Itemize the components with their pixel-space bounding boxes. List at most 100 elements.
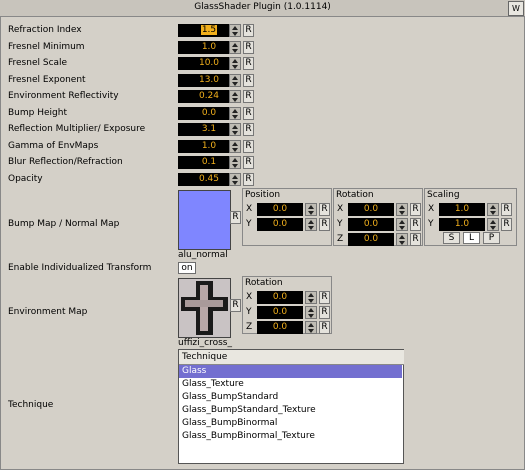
env-rotation-y-spinner[interactable] (305, 306, 317, 319)
param-value-text: 1.0 (201, 42, 217, 52)
param-label: Opacity (8, 174, 43, 184)
rotation-y-reset[interactable]: R (410, 218, 421, 231)
param-reset-button[interactable]: R (243, 123, 254, 136)
transform-label: Enable Individualized Transform (8, 263, 152, 273)
env-rotation-z-reset[interactable]: R (319, 321, 330, 334)
technique-item[interactable]: Glass_Texture (179, 378, 402, 391)
param-reset-button[interactable]: R (243, 90, 254, 103)
position-y-field[interactable]: 0.0 (257, 218, 303, 231)
env-rotation-x-reset[interactable]: R (319, 291, 330, 304)
scaling-x-spinner[interactable] (487, 203, 499, 216)
param-label: Fresnel Exponent (8, 75, 86, 85)
rotation-x-field[interactable]: 0.0 (348, 203, 394, 216)
env-rotation-title: Rotation (245, 278, 283, 288)
scaling-x-reset[interactable]: R (501, 203, 512, 216)
param-reset-button[interactable]: R (243, 107, 254, 120)
wizard-icon[interactable]: W (508, 1, 524, 16)
param-label: Reflection Multiplier/ Exposure (8, 124, 146, 134)
rotation-z-reset[interactable]: R (410, 233, 421, 246)
bump-scaling-group: Scaling X 1.0 R Y 1.0 R S L P (424, 188, 517, 246)
technique-item[interactable]: Glass_BumpStandard (179, 391, 402, 404)
param-reset-button[interactable]: R (243, 57, 254, 70)
environment-map-reset-button[interactable]: R (230, 299, 241, 312)
param-value-text: 0.0 (201, 108, 217, 118)
param-label: Fresnel Minimum (8, 42, 85, 52)
scaling-title: Scaling (427, 190, 460, 200)
scaling-y-field[interactable]: 1.0 (439, 218, 485, 231)
position-x-field[interactable]: 0.0 (257, 203, 303, 216)
param-spinner[interactable] (229, 24, 241, 37)
env-rotation-x-field[interactable]: 0.0 (257, 291, 303, 304)
position-x-label: X (246, 204, 253, 214)
param-label: Gamma of EnvMaps (8, 141, 99, 151)
scaling-p-button[interactable]: P (483, 232, 500, 244)
technique-list-header: Technique (179, 350, 404, 365)
scaling-x-label: X (428, 204, 435, 214)
param-reset-button[interactable]: R (243, 173, 254, 186)
scaling-s-button[interactable]: S (443, 232, 460, 244)
param-spinner[interactable] (229, 90, 241, 103)
param-reset-button[interactable]: R (243, 24, 254, 37)
param-spinner[interactable] (229, 140, 241, 153)
param-label: Blur Reflection/Refraction (8, 157, 123, 167)
transform-toggle[interactable]: on (178, 262, 196, 274)
technique-label: Technique (8, 400, 54, 410)
param-spinner[interactable] (229, 57, 241, 70)
technique-item[interactable]: Glass_BumpBinormal_Texture (179, 430, 402, 443)
env-rotation-y-label: Y (246, 307, 252, 317)
technique-item[interactable]: Glass_BumpBinormal (179, 417, 402, 430)
param-reset-button[interactable]: R (243, 140, 254, 153)
bump-map-name: alu_normal (178, 250, 228, 260)
rotation-x-reset[interactable]: R (410, 203, 421, 216)
param-reset-button[interactable]: R (243, 41, 254, 54)
rotation-x-spinner[interactable] (396, 203, 408, 216)
rotation-x-label: X (337, 204, 344, 214)
technique-item[interactable]: Glass (179, 365, 402, 378)
rotation-z-label: Z (337, 234, 344, 244)
param-spinner[interactable] (229, 74, 241, 87)
technique-list[interactable]: Technique Glass Glass_Texture Glass_BumpSt… (178, 349, 404, 464)
param-reset-button[interactable]: R (243, 156, 254, 169)
scaling-y-spinner[interactable] (487, 218, 499, 231)
param-value-text: 3.1 (201, 124, 217, 134)
rotation-y-label: Y (337, 219, 343, 229)
environment-map-thumbnail[interactable] (178, 278, 231, 338)
bump-map-reset-button[interactable]: R (230, 211, 241, 224)
env-rotation-y-reset[interactable]: R (319, 306, 330, 319)
param-value-text: 1.5 (200, 25, 218, 35)
rotation-y-spinner[interactable] (396, 218, 408, 231)
scaling-l-button[interactable]: L (463, 232, 480, 244)
param-spinner[interactable] (229, 107, 241, 120)
env-rotation-x-label: X (246, 292, 253, 302)
param-spinner[interactable] (229, 123, 241, 136)
position-x-reset[interactable]: R (319, 203, 330, 216)
rotation-y-field[interactable]: 0.0 (348, 218, 394, 231)
position-y-label: Y (246, 219, 252, 229)
position-x-spinner[interactable] (305, 203, 317, 216)
param-spinner[interactable] (229, 156, 241, 169)
param-spinner[interactable] (229, 173, 241, 186)
param-value-text: 0.1 (201, 157, 217, 167)
scaling-x-field[interactable]: 1.0 (439, 203, 485, 216)
env-rotation-z-field[interactable]: 0.0 (257, 321, 303, 334)
position-y-reset[interactable]: R (319, 218, 330, 231)
rotation-title: Rotation (336, 190, 374, 200)
env-rotation-z-label: Z (246, 322, 253, 332)
param-reset-button[interactable]: R (243, 74, 254, 87)
rotation-z-spinner[interactable] (396, 233, 408, 246)
position-title: Position (245, 190, 281, 200)
bump-map-thumbnail[interactable] (178, 190, 231, 250)
env-rotation-y-field[interactable]: 0.0 (257, 306, 303, 319)
param-label: Refraction Index (8, 25, 82, 35)
param-spinner[interactable] (229, 41, 241, 54)
bump-rotation-group: Rotation X 0.0 R Y 0.0 R Z 0.0 R (333, 188, 423, 246)
env-rotation-z-spinner[interactable] (305, 321, 317, 334)
scaling-y-reset[interactable]: R (501, 218, 512, 231)
technique-item[interactable]: Glass_BumpStandard_Texture (179, 404, 402, 417)
env-rotation-x-spinner[interactable] (305, 291, 317, 304)
rotation-z-field[interactable]: 0.0 (348, 233, 394, 246)
param-value-text: 0.24 (198, 91, 220, 101)
param-value-text: 10.0 (198, 58, 220, 68)
param-label: Environment Reflectivity (8, 91, 119, 101)
position-y-spinner[interactable] (305, 218, 317, 231)
